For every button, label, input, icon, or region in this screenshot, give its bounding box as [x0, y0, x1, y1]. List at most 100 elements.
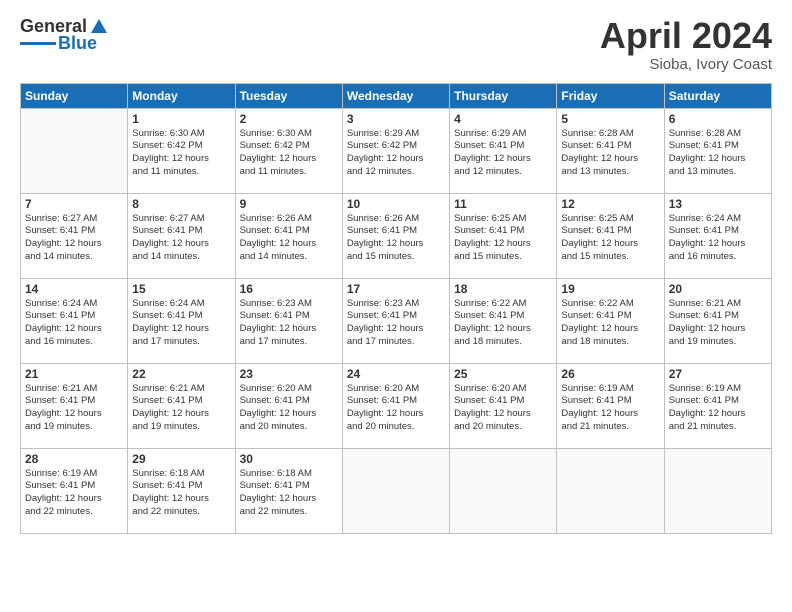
calendar-week-row: 7Sunrise: 6:27 AM Sunset: 6:41 PM Daylig… [21, 193, 772, 278]
calendar-week-row: 14 Sunrise: 6:24 AM Sunset: 6:41 PM Dayli… [21, 278, 772, 363]
table-row: 19 Sunrise: 6:22 AM Sunset: 6:41 PM Dayli… [557, 278, 664, 363]
col-monday: Monday [128, 83, 235, 108]
table-row: 12 Sunrise: 6:25 AM Sunset: 6:41 PM Dayli… [557, 193, 664, 278]
table-row: 14 Sunrise: 6:24 AM Sunset: 6:41 PM Dayli… [21, 278, 128, 363]
table-row: 8 Sunrise: 6:27 AM Sunset: 6:41 PM Daylig… [128, 193, 235, 278]
day-info: Sunrise: 6:20 AM Sunset: 6:41 PM Dayligh… [240, 383, 338, 434]
col-saturday: Saturday [664, 83, 771, 108]
day-info: Sunrise: 6:26 AM Sunset: 6:41 PM Dayligh… [347, 213, 445, 264]
logo-area: General Blue [20, 16, 109, 54]
day-number: 16 [240, 282, 338, 296]
day-info: Sunrise: 6:30 AM Sunset: 6:42 PM Dayligh… [132, 128, 230, 179]
day-number: 11 [454, 197, 552, 211]
day-info: Sunrise: 6:29 AM Sunset: 6:42 PM Dayligh… [347, 128, 445, 179]
day-number: 15 [132, 282, 230, 296]
calendar-subtitle: Sioba, Ivory Coast [600, 56, 772, 73]
day-info: Sunrise: 6:21 AM Sunset: 6:41 PM Dayligh… [25, 383, 123, 434]
day-number: 10 [347, 197, 445, 211]
day-number: 4 [454, 112, 552, 126]
day-info: Sunrise: 6:22 AM Sunset: 6:41 PM Dayligh… [561, 298, 659, 349]
day-number: 26 [561, 367, 659, 381]
table-row: 5 Sunrise: 6:28 AM Sunset: 6:41 PM Daylig… [557, 108, 664, 193]
day-info: Sunrise: 6:25 AM Sunset: 6:41 PM Dayligh… [561, 213, 659, 264]
day-info: Sunrise: 6:27 AM Sunset: 6:41 PM Dayligh… [132, 213, 230, 264]
col-tuesday: Tuesday [235, 83, 342, 108]
day-number: 20 [669, 282, 767, 296]
day-number: 12 [561, 197, 659, 211]
header: General Blue April 2024 Sioba, Ivory Coa… [20, 16, 772, 73]
day-info: Sunrise: 6:19 AM Sunset: 6:41 PM Dayligh… [25, 468, 123, 519]
day-number: 29 [132, 452, 230, 466]
day-number: 2 [240, 112, 338, 126]
table-row [342, 448, 449, 533]
day-number: 21 [25, 367, 123, 381]
day-info: Sunrise: 6:28 AM Sunset: 6:41 PM Dayligh… [561, 128, 659, 179]
table-row: 27Sunrise: 6:19 AM Sunset: 6:41 PM Dayli… [664, 363, 771, 448]
table-row: 2 Sunrise: 6:30 AM Sunset: 6:42 PM Daylig… [235, 108, 342, 193]
day-number: 17 [347, 282, 445, 296]
day-number: 13 [669, 197, 767, 211]
table-row [557, 448, 664, 533]
logo-blue: Blue [58, 33, 97, 54]
day-info: Sunrise: 6:26 AM Sunset: 6:41 PM Dayligh… [240, 213, 338, 264]
day-number: 5 [561, 112, 659, 126]
table-row: 11 Sunrise: 6:25 AM Sunset: 6:41 PM Dayli… [450, 193, 557, 278]
calendar-title: April 2024 [600, 16, 772, 56]
day-number: 8 [132, 197, 230, 211]
calendar-week-row: 28 Sunrise: 6:19 AM Sunset: 6:41 PM Dayli… [21, 448, 772, 533]
table-row: 30Sunrise: 6:18 AM Sunset: 6:41 PM Dayli… [235, 448, 342, 533]
day-info: Sunrise: 6:28 AM Sunset: 6:41 PM Dayligh… [669, 128, 767, 179]
table-row: 23 Sunrise: 6:20 AM Sunset: 6:41 PM Dayli… [235, 363, 342, 448]
day-info: Sunrise: 6:23 AM Sunset: 6:41 PM Dayligh… [347, 298, 445, 349]
day-info: Sunrise: 6:24 AM Sunset: 6:41 PM Dayligh… [25, 298, 123, 349]
day-info: Sunrise: 6:22 AM Sunset: 6:41 PM Dayligh… [454, 298, 552, 349]
table-row: 20 Sunrise: 6:21 AM Sunset: 6:41 PM Dayli… [664, 278, 771, 363]
day-number: 24 [347, 367, 445, 381]
day-number: 22 [132, 367, 230, 381]
table-row: 24 Sunrise: 6:20 AM Sunset: 6:41 PM Dayli… [342, 363, 449, 448]
day-number: 27 [669, 367, 767, 381]
col-friday: Friday [557, 83, 664, 108]
table-row: 10 Sunrise: 6:26 AM Sunset: 6:41 PM Dayli… [342, 193, 449, 278]
calendar-week-row: 21 Sunrise: 6:21 AM Sunset: 6:41 PM Dayli… [21, 363, 772, 448]
page: General Blue April 2024 Sioba, Ivory Coa… [0, 0, 792, 612]
day-info: Sunrise: 6:29 AM Sunset: 6:41 PM Dayligh… [454, 128, 552, 179]
table-row: 7Sunrise: 6:27 AM Sunset: 6:41 PM Daylig… [21, 193, 128, 278]
table-row [450, 448, 557, 533]
table-row: 15 Sunrise: 6:24 AM Sunset: 6:41 PM Dayli… [128, 278, 235, 363]
table-row: 4 Sunrise: 6:29 AM Sunset: 6:41 PM Daylig… [450, 108, 557, 193]
day-info: Sunrise: 6:27 AM Sunset: 6:41 PM Dayligh… [25, 213, 123, 264]
day-info: Sunrise: 6:30 AM Sunset: 6:42 PM Dayligh… [240, 128, 338, 179]
table-row: 25Sunrise: 6:20 AM Sunset: 6:41 PM Dayli… [450, 363, 557, 448]
day-number: 28 [25, 452, 123, 466]
table-row: 1Sunrise: 6:30 AM Sunset: 6:42 PM Daylig… [128, 108, 235, 193]
day-info: Sunrise: 6:25 AM Sunset: 6:41 PM Dayligh… [454, 213, 552, 264]
day-number: 18 [454, 282, 552, 296]
table-row: 17 Sunrise: 6:23 AM Sunset: 6:41 PM Dayli… [342, 278, 449, 363]
table-row: 28 Sunrise: 6:19 AM Sunset: 6:41 PM Dayli… [21, 448, 128, 533]
day-info: Sunrise: 6:21 AM Sunset: 6:41 PM Dayligh… [669, 298, 767, 349]
table-row: 3 Sunrise: 6:29 AM Sunset: 6:42 PM Daylig… [342, 108, 449, 193]
col-wednesday: Wednesday [342, 83, 449, 108]
day-info: Sunrise: 6:24 AM Sunset: 6:41 PM Dayligh… [669, 213, 767, 264]
day-number: 23 [240, 367, 338, 381]
day-number: 25 [454, 367, 552, 381]
day-info: Sunrise: 6:21 AM Sunset: 6:41 PM Dayligh… [132, 383, 230, 434]
table-row [664, 448, 771, 533]
day-number: 9 [240, 197, 338, 211]
title-area: April 2024 Sioba, Ivory Coast [600, 16, 772, 73]
day-number: 14 [25, 282, 123, 296]
table-row: 18 Sunrise: 6:22 AM Sunset: 6:41 PM Dayli… [450, 278, 557, 363]
table-row: 9 Sunrise: 6:26 AM Sunset: 6:41 PM Daylig… [235, 193, 342, 278]
day-info: Sunrise: 6:19 AM Sunset: 6:41 PM Dayligh… [561, 383, 659, 434]
calendar-table: Sunday Monday Tuesday Wednesday Thursday… [20, 83, 772, 534]
day-info: Sunrise: 6:23 AM Sunset: 6:41 PM Dayligh… [240, 298, 338, 349]
day-info: Sunrise: 6:24 AM Sunset: 6:41 PM Dayligh… [132, 298, 230, 349]
day-number: 3 [347, 112, 445, 126]
table-row: 21 Sunrise: 6:21 AM Sunset: 6:41 PM Dayli… [21, 363, 128, 448]
day-info: Sunrise: 6:20 AM Sunset: 6:41 PM Dayligh… [347, 383, 445, 434]
table-row [21, 108, 128, 193]
table-row: 6Sunrise: 6:28 AM Sunset: 6:41 PM Daylig… [664, 108, 771, 193]
day-number: 19 [561, 282, 659, 296]
col-thursday: Thursday [450, 83, 557, 108]
